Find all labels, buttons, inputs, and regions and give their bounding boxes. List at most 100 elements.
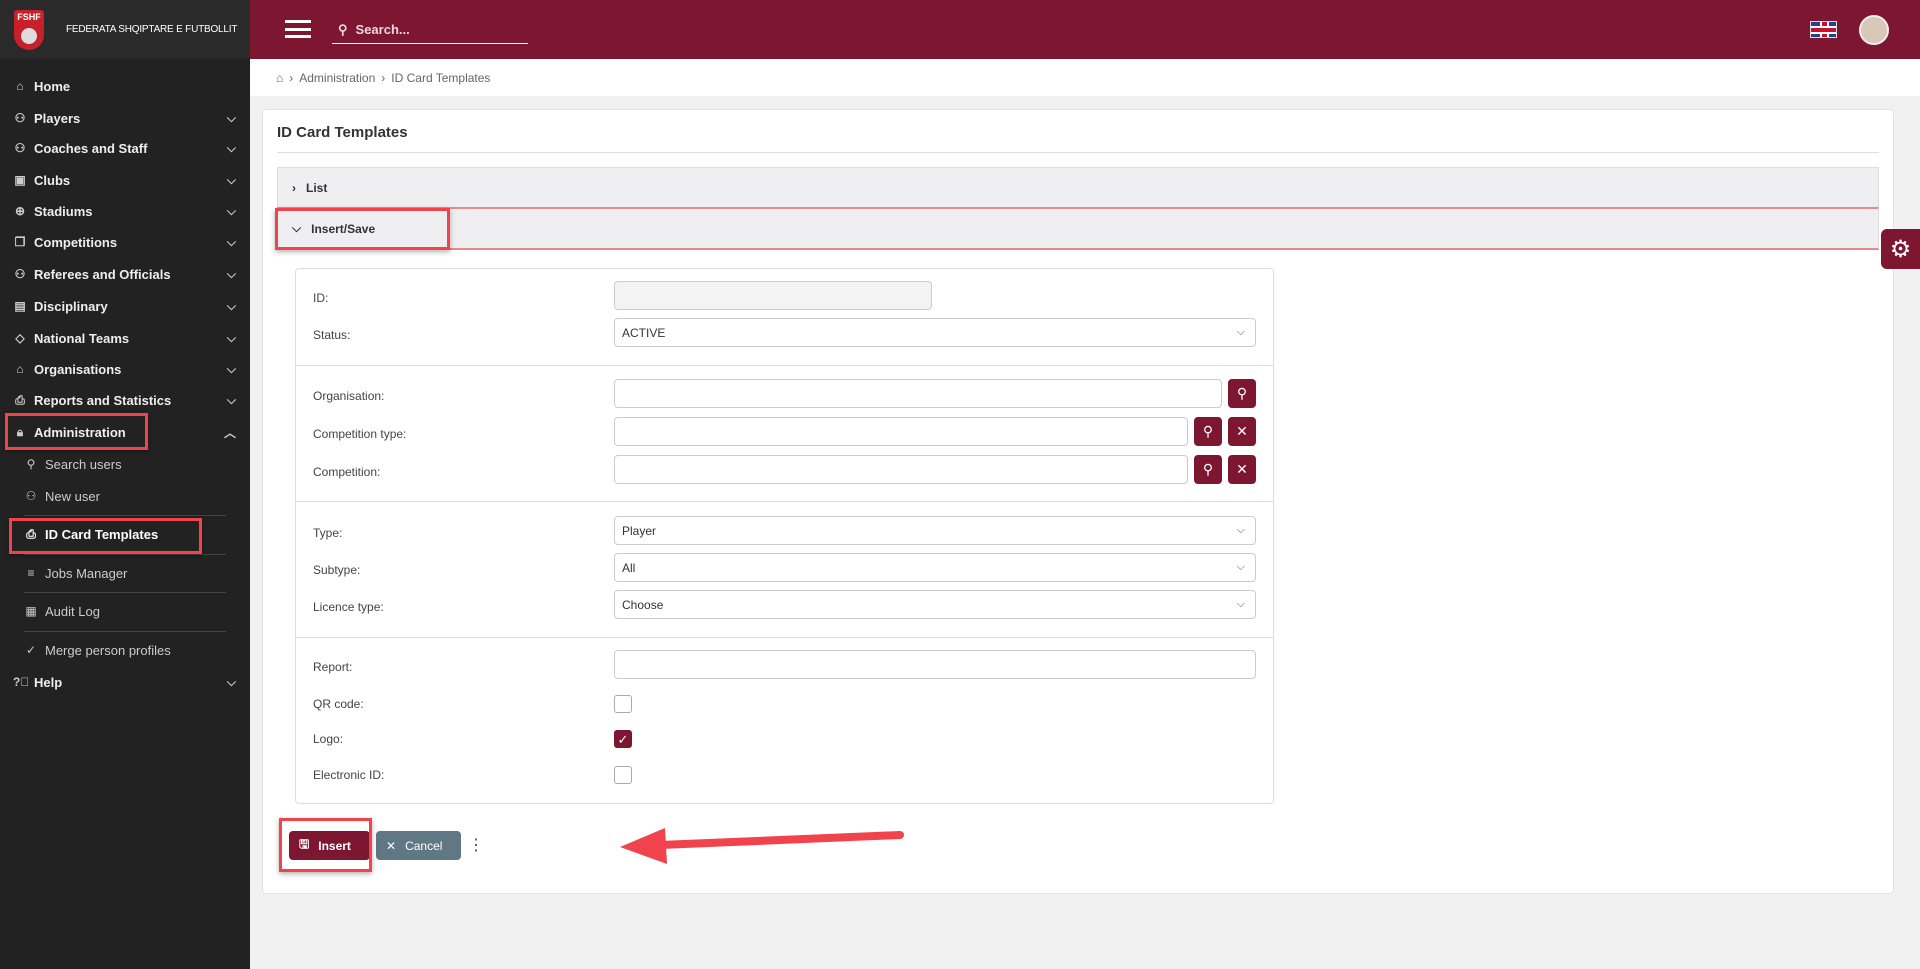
club-icon: ▣ [14, 173, 26, 187]
sidebar-item-merge-profiles[interactable]: ✓ Merge person profiles [0, 635, 250, 665]
chevron-down-icon: ⌵ [226, 110, 236, 125]
topbar: ⚲ Search... [250, 0, 1920, 59]
licence-type-select[interactable]: Choose ⌵ [614, 590, 1256, 619]
sidebar: FSHF FEDERATA SHQIPTARE E FUTBOLLIT ⌂ Hom… [0, 0, 250, 969]
chevron-down-icon: ⌵ [1236, 598, 1245, 610]
competition-clear-button[interactable]: ✕ [1228, 455, 1256, 484]
chevron-down-icon: ⌵ [226, 266, 236, 281]
sidebar-item-referees[interactable]: ⚇ Referees and Officials ⌵ [0, 259, 250, 289]
subtype-select[interactable]: All ⌵ [614, 553, 1256, 582]
menu-icon[interactable] [285, 20, 311, 38]
search-placeholder: Search... [355, 22, 410, 37]
competition-label: Competition: [313, 465, 381, 479]
value: Player [622, 523, 657, 538]
label: Jobs Manager [45, 565, 128, 581]
cancel-button[interactable]: ✕ Cancel [376, 831, 461, 860]
divider [24, 631, 226, 632]
label: Reports and Statistics [34, 392, 172, 408]
chevron-down-icon: ⌵ [226, 140, 236, 155]
label: Players [34, 110, 81, 126]
sidebar-item-help[interactable]: ?⃝ Help ⌵ [0, 667, 250, 697]
sidebar-item-organisations[interactable]: ⌂ Organisations ⌵ [0, 354, 250, 384]
home-icon[interactable]: ⌂ [276, 71, 283, 85]
label: List [306, 180, 328, 195]
type-select[interactable]: Player ⌵ [614, 516, 1256, 545]
logo-label: Logo: [313, 732, 344, 746]
annotation-highlight-administration [5, 413, 148, 450]
organisation-input[interactable] [614, 379, 1222, 408]
logo-checkbox[interactable]: ✓ [614, 730, 632, 748]
annotation-highlight-insert-save [275, 208, 450, 250]
sidebar-item-stadiums[interactable]: ⊕ Stadiums ⌵ [0, 196, 250, 226]
value: Choose [622, 597, 664, 612]
accordion-insert-save[interactable]: ⌵ Insert/Save [277, 207, 1879, 250]
status-select[interactable]: ACTIVE ⌵ [614, 318, 1256, 347]
divider [24, 592, 226, 593]
electronic-id-label: Electronic ID: [313, 768, 385, 782]
list-icon: ≡ [27, 566, 35, 580]
chevron-down-icon: ⌵ [1236, 524, 1245, 536]
divider [24, 554, 226, 555]
more-options-icon[interactable]: ⋮ [468, 835, 484, 855]
chevron-right-icon: › [292, 180, 296, 195]
label: Competitions [34, 234, 118, 250]
sidebar-item-reports[interactable]: ⎙ Reports and Statistics ⌵ [0, 385, 250, 415]
main-card: ID Card Templates › List ⌵ Insert/Save ID:… [262, 109, 1894, 894]
label: Clubs [34, 172, 71, 188]
users-icon: ⚇ [14, 111, 26, 125]
chevron-down-icon: ⌵ [226, 234, 236, 249]
competition-type-input[interactable] [614, 417, 1188, 446]
sidebar-item-clubs[interactable]: ▣ Clubs ⌵ [0, 165, 250, 195]
brand[interactable]: FSHF FEDERATA SHQIPTARE E FUTBOLLIT [0, 0, 250, 59]
sidebar-item-coaches[interactable]: ⚇ Coaches and Staff ⌵ [0, 133, 250, 163]
competition-input[interactable] [614, 455, 1188, 484]
page-title: ID Card Templates [277, 124, 408, 141]
competition-type-label: Competition type: [313, 427, 407, 441]
qr-checkbox[interactable] [614, 695, 632, 713]
chevron-right-icon: › [381, 70, 386, 85]
electronic-id-checkbox[interactable] [614, 766, 632, 784]
search-input[interactable]: ⚲ Search... [332, 16, 528, 44]
globe-icon: ⊕ [14, 204, 26, 218]
competition-type-search-button[interactable]: ⚲ [1194, 417, 1222, 446]
breadcrumb: ⌂ › Administration › ID Card Templates [250, 59, 1920, 96]
qr-label: QR code: [313, 697, 364, 711]
label: Organisations [34, 361, 122, 377]
fshf-logo: FSHF [14, 9, 44, 50]
check-icon: ✓ [25, 643, 37, 657]
label: Disciplinary [34, 298, 108, 314]
sidebar-item-competitions[interactable]: ❐ Competitions ⌵ [0, 227, 250, 257]
help-icon: ?⃝ [13, 675, 30, 689]
chevron-down-icon: ⌵ [226, 203, 236, 218]
sidebar-item-new-user[interactable]: ⚇ New user [0, 481, 250, 511]
breadcrumb-administration[interactable]: Administration [299, 71, 375, 85]
sidebar-item-search-users[interactable]: ⚲ Search users [0, 449, 250, 479]
sidebar-item-jobs-manager[interactable]: ≡ Jobs Manager [0, 558, 250, 588]
sidebar-item-players[interactable]: ⚇ Players ⌵ [0, 103, 250, 133]
report-input[interactable] [614, 650, 1256, 679]
type-label: Type: [313, 526, 343, 540]
breadcrumb-current: ID Card Templates [391, 70, 491, 85]
chevron-down-icon: ⌵ [226, 674, 236, 689]
label: New user [45, 488, 100, 504]
status-label: Status: [313, 328, 351, 342]
competition-type-clear-button[interactable]: ✕ [1228, 417, 1256, 446]
home-icon: ⌂ [16, 362, 24, 376]
competition-search-button[interactable]: ⚲ [1194, 455, 1222, 484]
organisation-search-button[interactable]: ⚲ [1228, 379, 1256, 408]
annotation-arrow [620, 828, 904, 864]
sidebar-item-audit-log[interactable]: ▦ Audit Log [0, 596, 250, 626]
sidebar-item-national-teams[interactable]: ◇ National Teams ⌵ [0, 323, 250, 353]
settings-gear-icon[interactable]: ⚙ [1881, 229, 1920, 269]
divider [24, 515, 226, 516]
printer-icon: ⎙ [15, 392, 25, 407]
divider [296, 501, 1273, 502]
sidebar-item-home[interactable]: ⌂ Home [0, 71, 250, 101]
sidebar-item-disciplinary[interactable]: ▤ Disciplinary ⌵ [0, 291, 250, 321]
id-label: ID: [313, 291, 329, 305]
briefcase-icon: ▤ [14, 299, 26, 313]
avatar[interactable] [1859, 15, 1889, 45]
subtype-label: Subtype: [313, 563, 361, 577]
uk-flag-icon[interactable] [1810, 21, 1837, 38]
accordion-list[interactable]: › List [277, 167, 1879, 208]
